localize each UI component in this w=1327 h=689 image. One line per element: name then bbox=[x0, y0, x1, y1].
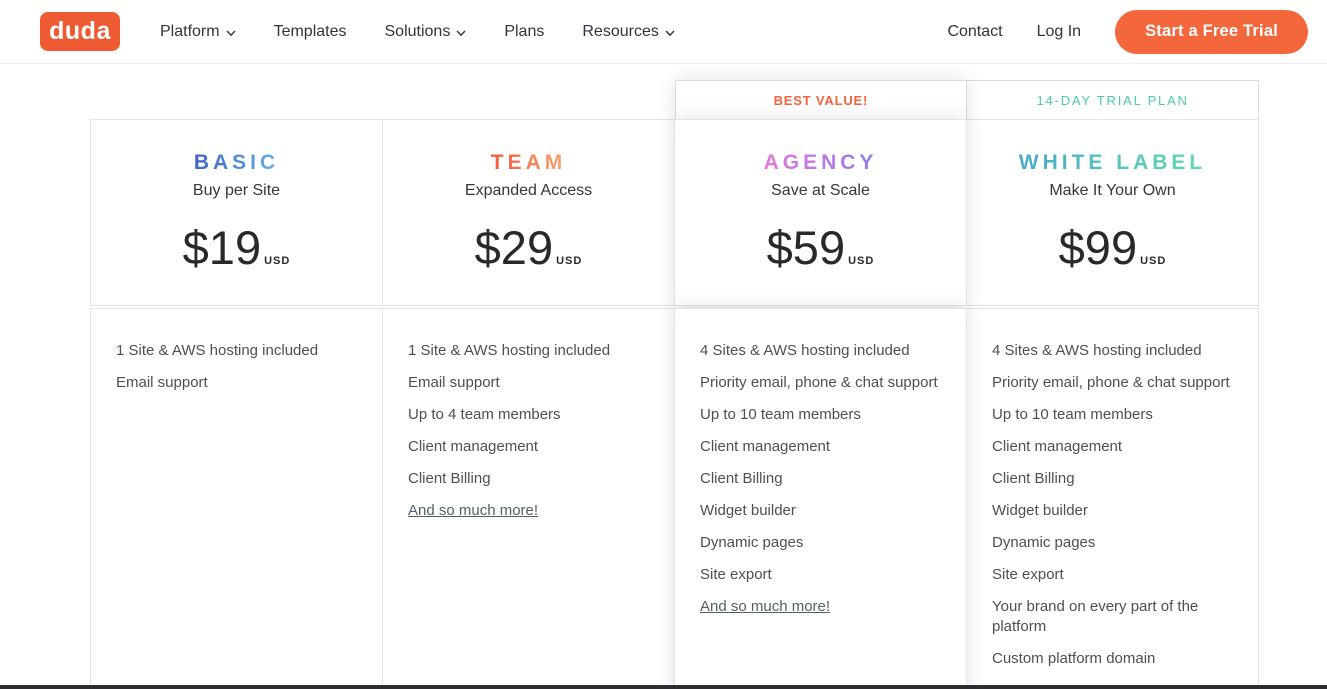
nav-item-label: Plans bbox=[504, 23, 544, 41]
plan-subtitle: Save at Scale bbox=[675, 182, 966, 200]
feature-list: 1 Site & AWS hosting included Email suppo… bbox=[116, 341, 358, 393]
price-currency: USD bbox=[848, 255, 874, 267]
feature-item: Site export bbox=[700, 565, 942, 585]
nav-right-group: Contact Log In Start a Free Trial bbox=[947, 10, 1308, 54]
features-team: 1 Site & AWS hosting included Email suppo… bbox=[382, 308, 675, 689]
price-currency: USD bbox=[264, 255, 290, 267]
plan-price: $59USD bbox=[675, 220, 966, 275]
plan-subtitle: Expanded Access bbox=[383, 182, 674, 200]
feature-item: 1 Site & AWS hosting included bbox=[408, 341, 650, 361]
nav-item-solutions[interactable]: Solutions bbox=[385, 21, 467, 42]
features-agency: 4 Sites & AWS hosting included Priority e… bbox=[674, 308, 967, 689]
chevron-down-icon bbox=[665, 24, 675, 42]
bottom-edge-bar bbox=[0, 685, 1327, 689]
more-link[interactable]: And so much more! bbox=[408, 502, 538, 519]
plan-title: WHITE LABEL bbox=[1019, 151, 1206, 175]
plan-features-row: 1 Site & AWS hosting included Email suppo… bbox=[90, 308, 1259, 689]
plan-header-row: BASIC Buy per Site $19USD TEAM Expanded … bbox=[90, 119, 1259, 306]
feature-item: Site export bbox=[992, 565, 1234, 585]
price-amount: $59 bbox=[767, 221, 845, 274]
feature-item: 1 Site & AWS hosting included bbox=[116, 341, 358, 361]
plan-subtitle: Buy per Site bbox=[91, 182, 382, 200]
features-white-label: 4 Sites & AWS hosting included Priority e… bbox=[966, 308, 1259, 689]
feature-list: 4 Sites & AWS hosting included Priority e… bbox=[992, 341, 1234, 669]
plan-title: BASIC bbox=[194, 151, 279, 175]
pricing-page: duda Platform Templates Solutions Plans bbox=[0, 0, 1327, 689]
feature-item: Priority email, phone & chat support bbox=[700, 373, 942, 393]
login-link[interactable]: Log In bbox=[1037, 23, 1081, 41]
pricing-table: BEST VALUE! 14-DAY TRIAL PLAN BASIC Buy … bbox=[90, 80, 1259, 689]
price-amount: $29 bbox=[475, 221, 553, 274]
feature-item: Priority email, phone & chat support bbox=[992, 373, 1234, 393]
start-free-trial-button[interactable]: Start a Free Trial bbox=[1115, 10, 1308, 54]
feature-item: Dynamic pages bbox=[992, 533, 1234, 553]
plan-title: AGENCY bbox=[764, 151, 878, 175]
best-value-banner: BEST VALUE! bbox=[675, 80, 968, 120]
feature-item: Client Billing bbox=[992, 469, 1234, 489]
feature-item: Up to 10 team members bbox=[700, 405, 942, 425]
feature-item: Client management bbox=[992, 437, 1234, 457]
feature-item: Widget builder bbox=[992, 501, 1234, 521]
plan-header-white-label: WHITE LABEL Make It Your Own $99USD bbox=[966, 119, 1259, 306]
nav-item-plans[interactable]: Plans bbox=[504, 23, 544, 41]
feature-item: Dynamic pages bbox=[700, 533, 942, 553]
nav-item-label: Templates bbox=[274, 23, 347, 41]
nav-item-label: Solutions bbox=[385, 23, 451, 41]
price-currency: USD bbox=[1140, 255, 1166, 267]
trial-plan-banner: 14-DAY TRIAL PLAN bbox=[966, 80, 1259, 120]
contact-link[interactable]: Contact bbox=[947, 23, 1002, 41]
feature-item: Up to 10 team members bbox=[992, 405, 1234, 425]
plan-price: $19USD bbox=[91, 220, 382, 275]
nav-menu: Platform Templates Solutions Plans Resou… bbox=[160, 21, 675, 42]
feature-item: 4 Sites & AWS hosting included bbox=[700, 341, 942, 361]
plan-header-team: TEAM Expanded Access $29USD bbox=[382, 119, 675, 306]
feature-item: Widget builder bbox=[700, 501, 942, 521]
plan-price: $29USD bbox=[383, 220, 674, 275]
nav-item-label: Platform bbox=[160, 23, 220, 41]
chevron-down-icon bbox=[226, 24, 236, 42]
feature-list: 1 Site & AWS hosting included Email suppo… bbox=[408, 341, 650, 521]
plan-header-agency: AGENCY Save at Scale $59USD bbox=[674, 119, 967, 306]
feature-item: Custom platform domain bbox=[992, 649, 1234, 669]
features-basic: 1 Site & AWS hosting included Email suppo… bbox=[90, 308, 383, 689]
plan-subtitle: Make It Your Own bbox=[967, 182, 1258, 200]
nav-item-resources[interactable]: Resources bbox=[582, 21, 674, 42]
feature-item: 4 Sites & AWS hosting included bbox=[992, 341, 1234, 361]
chevron-down-icon bbox=[456, 24, 466, 42]
feature-item: Client Billing bbox=[408, 469, 650, 489]
feature-item: Email support bbox=[408, 373, 650, 393]
plan-header-basic: BASIC Buy per Site $19USD bbox=[90, 119, 383, 306]
nav-item-platform[interactable]: Platform bbox=[160, 21, 236, 42]
nav-item-label: Resources bbox=[582, 23, 658, 41]
price-currency: USD bbox=[556, 255, 582, 267]
duda-logo[interactable]: duda bbox=[40, 12, 120, 51]
nav-item-templates[interactable]: Templates bbox=[274, 23, 347, 41]
feature-item: Client management bbox=[700, 437, 942, 457]
feature-item: Email support bbox=[116, 373, 358, 393]
more-link[interactable]: And so much more! bbox=[700, 598, 830, 615]
plan-price: $99USD bbox=[967, 220, 1258, 275]
top-navigation: duda Platform Templates Solutions Plans bbox=[0, 0, 1327, 64]
feature-item: Up to 4 team members bbox=[408, 405, 650, 425]
banner-row: BEST VALUE! 14-DAY TRIAL PLAN bbox=[675, 80, 1260, 120]
feature-item: Client management bbox=[408, 437, 650, 457]
feature-list: 4 Sites & AWS hosting included Priority e… bbox=[700, 341, 942, 617]
price-amount: $99 bbox=[1059, 221, 1137, 274]
feature-item: Client Billing bbox=[700, 469, 942, 489]
feature-item: Your brand on every part of the platform bbox=[992, 597, 1234, 637]
plan-title: TEAM bbox=[491, 151, 567, 175]
price-amount: $19 bbox=[183, 221, 261, 274]
